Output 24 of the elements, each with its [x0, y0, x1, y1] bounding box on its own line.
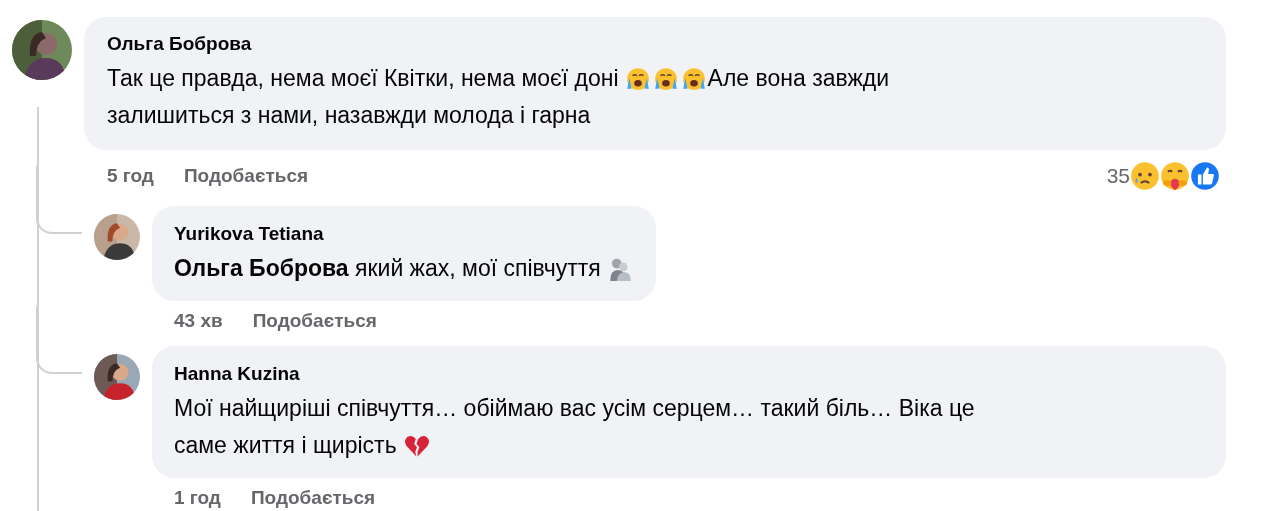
crying-face-icon [652, 65, 679, 92]
comment-text: Ольга Боброва який жах, мої співчуття [174, 254, 601, 283]
comment-time[interactable]: 5 год [107, 165, 154, 187]
comment-text: залишиться з нами, назавжди молода і гарна [107, 101, 591, 130]
author-name[interactable]: Ольга Боброва [107, 33, 1203, 55]
crying-face-icon [680, 65, 707, 92]
like-button[interactable]: Подобається [183, 165, 309, 187]
comment-text: Але вона завжди [707, 64, 890, 93]
author-name[interactable]: Yurikova Tetiana [174, 223, 634, 245]
like-button[interactable]: Подобається [252, 310, 377, 332]
like-button[interactable]: Подобається [250, 487, 376, 509]
comment-time[interactable]: 1 год [174, 487, 221, 509]
sad-face-icon [1128, 159, 1162, 193]
like-icon [1188, 159, 1222, 193]
comment-text: Так це правда, нема моєї Квітки, нема моєї доні [107, 64, 619, 93]
thread-connector [36, 306, 82, 374]
thread-connector [36, 166, 82, 234]
comment-time[interactable]: 43 хв [174, 310, 223, 332]
hugging-face-icon [1158, 159, 1192, 193]
comment-text: саме життя і щирість [174, 431, 397, 460]
crying-face-icon [624, 65, 651, 92]
author-name[interactable]: Hanna Kuzina [174, 363, 1204, 385]
reaction-count[interactable]: 35 [1106, 164, 1130, 188]
comment-text: Мої найщиріші співчуття… обіймаю вас усім серцем… такий біль… Віка це [174, 394, 975, 423]
